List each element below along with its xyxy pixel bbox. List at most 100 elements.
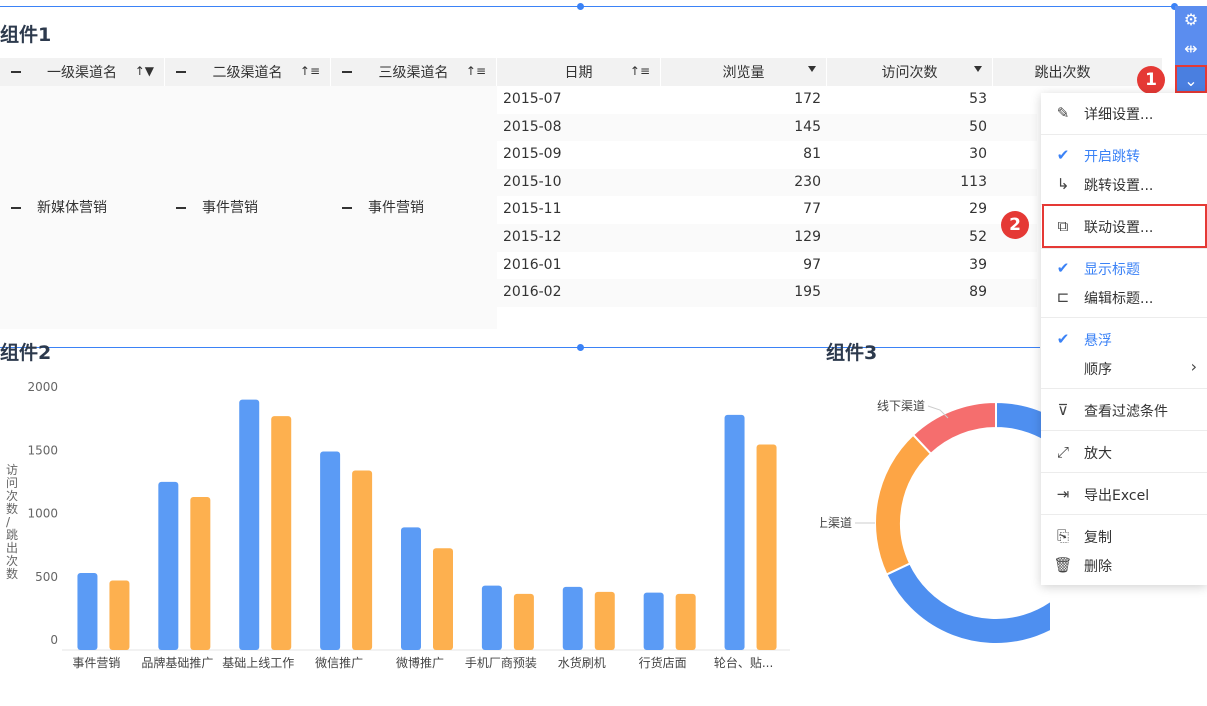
expand-icon: ⤢ xyxy=(1056,443,1069,461)
component3-title: 组件3 xyxy=(826,342,878,364)
sort-desc-icon[interactable] xyxy=(974,66,982,72)
menu-item-detail-settings[interactable]: ✎ 详细设置... xyxy=(1041,99,1207,127)
header-date[interactable]: 日期 ↑≡ xyxy=(497,58,661,86)
menu-item-copy[interactable]: ⎘ 复制 xyxy=(1041,522,1207,550)
cell-date: 2016-01 xyxy=(503,256,562,273)
menu-item-label: 顺序 xyxy=(1084,362,1112,378)
bar xyxy=(158,481,179,650)
header-visits[interactable]: 访问次数 xyxy=(827,58,993,86)
cell-visits: 53 xyxy=(969,91,987,107)
cell-views: 129 xyxy=(794,229,821,245)
cell-views: 230 xyxy=(794,173,821,190)
menu-item-enable-jump[interactable]: ✔ 开启跳转 xyxy=(1041,141,1207,169)
slice-label: 线下渠道 xyxy=(877,399,925,413)
cell-visits: 52 xyxy=(969,229,987,245)
collapse-icon[interactable] xyxy=(342,207,352,209)
bar xyxy=(352,470,373,650)
cell-date: 2015-11 xyxy=(503,201,562,218)
cell-views: 77 xyxy=(803,201,821,218)
copy-icon: ⎘ xyxy=(1056,527,1069,545)
bar xyxy=(481,585,502,650)
y-tick-label: 0 xyxy=(50,633,58,647)
menu-item-show-title[interactable]: ✔ 显示标题 xyxy=(1041,254,1207,282)
menu-divider xyxy=(1041,472,1207,473)
sort-icon[interactable]: ↑≡ xyxy=(466,64,486,78)
menu-item-view-filter[interactable]: ⊽ 查看过滤条件 xyxy=(1041,396,1207,424)
y-axis-label: 访问次数/跳出次数 xyxy=(6,463,18,581)
cell-visits: 50 xyxy=(969,118,987,135)
x-tick-label: 事件营销 xyxy=(72,656,120,670)
trash-icon: 🗑 xyxy=(1053,556,1073,574)
menu-item-zoom[interactable]: ⤢ 放大 xyxy=(1041,438,1207,466)
cell-visits: 89 xyxy=(969,284,987,301)
filter-icon: ⊽ xyxy=(1057,401,1069,419)
dropdown-icon[interactable]: ⌄ xyxy=(1175,65,1207,93)
gear-icon[interactable]: ⚙ xyxy=(1175,6,1207,34)
bar xyxy=(562,586,583,650)
x-tick-label: 手机厂商预装 xyxy=(465,655,537,670)
header-level1[interactable]: 一级渠道名 ↑▼ xyxy=(0,58,165,86)
resize-handle-bottom[interactable] xyxy=(577,344,584,351)
sort-filter-icon[interactable]: ↑▼ xyxy=(135,64,154,78)
y-tick-label: 1000 xyxy=(27,507,58,521)
header-label: 浏览量 xyxy=(722,65,765,81)
resize-handle-top[interactable] xyxy=(577,3,584,10)
highlight-box-link-settings xyxy=(1042,204,1207,248)
menu-item-export-excel[interactable]: ⇥ 导出Excel xyxy=(1041,480,1207,508)
bar xyxy=(401,527,421,650)
sort-icon[interactable]: ↑≡ xyxy=(300,64,320,78)
menu-item-label: 删除 xyxy=(1084,559,1112,575)
cell-text: 事件营销 xyxy=(202,200,258,216)
header-views[interactable]: 浏览量 xyxy=(661,58,827,86)
menu-divider xyxy=(1041,248,1207,249)
step-badge-1: 1 xyxy=(1137,66,1165,94)
component1-title: 组件1 xyxy=(0,24,52,46)
table-row: 2015-11 77 29 xyxy=(497,196,1037,224)
component-toolbar: ⚙ ⇹ ⌄ xyxy=(1175,6,1207,94)
header-level2[interactable]: 二级渠道名 ↑≡ xyxy=(165,58,331,86)
step-badge-2: 2 xyxy=(1001,211,1029,239)
header-level3[interactable]: 三级渠道名 ↑≡ xyxy=(331,58,497,86)
sort-icon[interactable]: ↑≡ xyxy=(630,64,650,78)
cell-visits: 29 xyxy=(969,201,987,218)
context-menu: ✎ 详细设置... ✔ 开启跳转 ↳ 跳转设置... ⧉ 联动设置... ✔ 显… xyxy=(1041,93,1207,585)
x-tick-label: 轮台、贴... xyxy=(714,655,773,670)
menu-item-float[interactable]: ✔ 悬浮 xyxy=(1041,325,1207,353)
menu-item-label: 显示标题 xyxy=(1084,262,1140,278)
table-row: 2016-02 195 89 xyxy=(497,279,1037,307)
bar xyxy=(320,451,341,650)
cell-date: 2016-02 xyxy=(503,284,562,301)
cell-visits: 113 xyxy=(960,173,987,190)
x-tick-label: 基础上线工作 xyxy=(222,656,294,670)
menu-divider xyxy=(1041,134,1207,135)
cell-visits: 30 xyxy=(969,146,987,163)
bar xyxy=(77,572,98,650)
check-icon: ✔ xyxy=(1056,330,1070,348)
table-row: 2015-12 129 52 xyxy=(497,224,1037,252)
menu-item-label: 复制 xyxy=(1084,530,1112,546)
sort-desc-icon[interactable] xyxy=(808,66,816,72)
donut-chart: 新媒体营上渠道线下渠道 xyxy=(820,399,1050,645)
cell-views: 172 xyxy=(794,91,821,107)
menu-item-delete[interactable]: 🗑 删除 xyxy=(1041,551,1207,579)
table-row: 2015-07 172 53 xyxy=(497,86,1037,114)
bar xyxy=(513,593,534,650)
cell-text: 新媒体营销 xyxy=(37,200,107,216)
table-row: 2015-10 230 113 xyxy=(497,168,1037,197)
menu-item-edit-title[interactable]: ⊏ 编辑标题... xyxy=(1041,283,1207,311)
menu-item-jump-settings[interactable]: ↳ 跳转设置... xyxy=(1041,170,1207,198)
fit-width-icon[interactable]: ⇹ xyxy=(1175,35,1207,63)
menu-item-order[interactable]: 顺序 › xyxy=(1041,354,1207,382)
header-label: 跳出次数 xyxy=(1034,65,1091,81)
y-tick-label: 500 xyxy=(35,570,58,584)
collapse-icon[interactable] xyxy=(11,207,21,209)
merged-cell-level1: 新媒体营销 xyxy=(0,86,166,329)
collapse-icon[interactable] xyxy=(176,207,186,209)
menu-item-label: 详细设置... xyxy=(1084,107,1154,123)
bar-chart: 0 500 1000 1500 2000 访问次数/跳出次数事件营销 品牌基础推广 基础上线工… xyxy=(6,380,790,670)
component2-title: 组件2 xyxy=(0,342,52,364)
donut-slice xyxy=(874,433,933,576)
chevron-right-icon: › xyxy=(1190,357,1197,376)
jump-icon: ↳ xyxy=(1056,175,1070,193)
menu-item-label: 编辑标题... xyxy=(1084,291,1154,307)
